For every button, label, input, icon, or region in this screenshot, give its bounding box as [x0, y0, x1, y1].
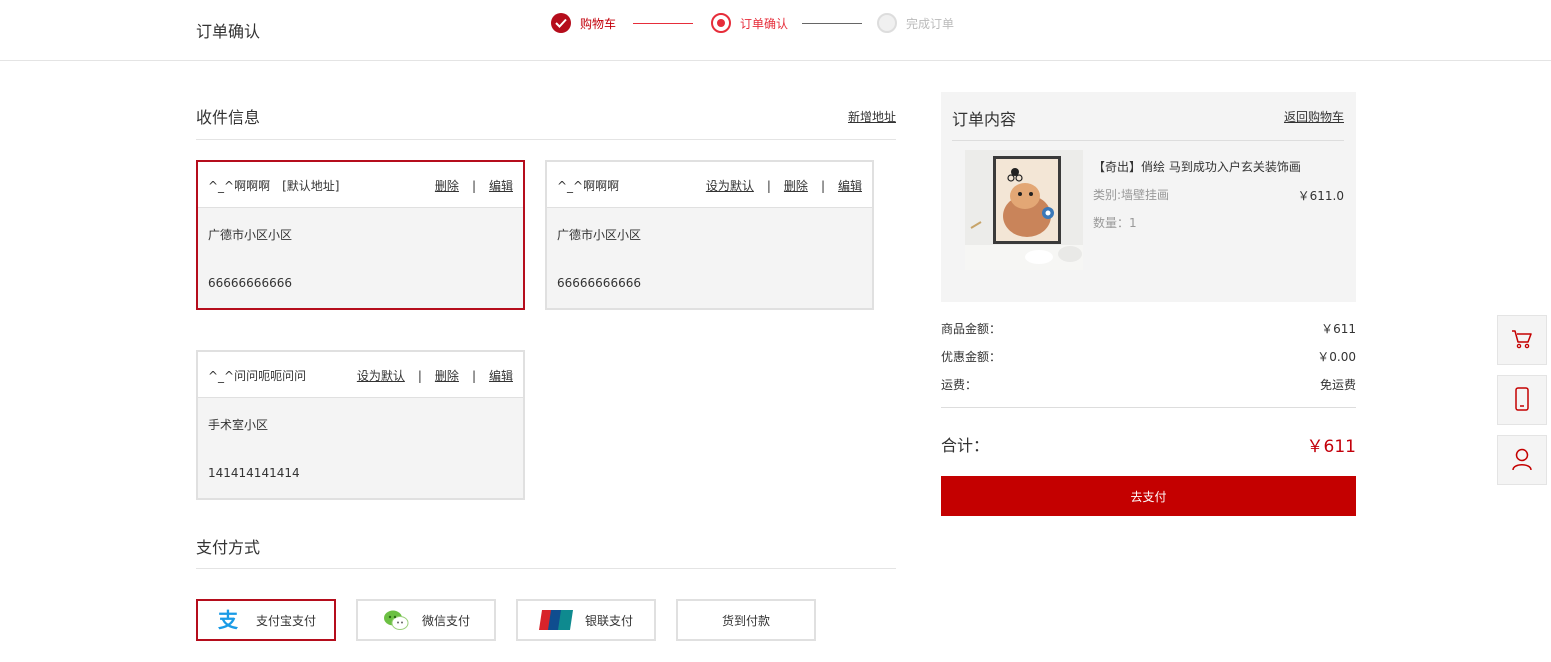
delete-link[interactable]: 删除: [784, 179, 808, 193]
recipient-name: ^_^问问呃呃问问: [208, 369, 307, 383]
cart-icon: [1511, 329, 1533, 352]
divider: [952, 140, 1344, 141]
shipping-label: 运费：: [941, 378, 978, 392]
back-to-cart-link[interactable]: 返回购物车: [1284, 108, 1344, 125]
phone-text: 66666666666: [208, 276, 292, 290]
delete-link[interactable]: 删除: [435, 179, 459, 193]
pay-button[interactable]: 去支付: [941, 476, 1356, 516]
divider: [941, 407, 1356, 408]
svg-text:支: 支: [218, 609, 239, 631]
order-panel: 订单内容 返回购物车 【奇出】俏绘 马到成功入户玄关装饰画 类别:墙壁挂画 ￥6…: [941, 92, 1356, 302]
pay-option-unionpay[interactable]: 银联支付: [516, 599, 656, 641]
check-icon: [551, 13, 571, 33]
phone-text: 141414141414: [208, 466, 300, 480]
address-text: 手术室小区: [208, 418, 269, 432]
edit-link[interactable]: 编辑: [838, 179, 862, 193]
address-ops: 设为默认 | 删除 | 编辑: [705, 179, 862, 193]
discount-label: 优惠金额：: [941, 350, 1002, 364]
page-title: 订单确认: [196, 22, 261, 41]
address-card-header: ^_^啊啊啊 设为默认 | 删除 | 编辑: [547, 162, 872, 208]
add-address-link[interactable]: 新增地址: [848, 108, 896, 125]
product-name[interactable]: 【奇出】俏绘 马到成功入户玄关装饰画: [1093, 158, 1301, 175]
address-text: 广德市小区小区: [208, 228, 293, 242]
address-section-header: 收件信息 新增地址: [196, 100, 896, 140]
radio-active-icon: [711, 13, 731, 33]
step-connector: [633, 23, 693, 24]
step-label: 完成订单: [906, 16, 955, 31]
recipient-name: ^_^啊啊啊: [557, 179, 620, 193]
edit-link[interactable]: 编辑: [489, 179, 513, 193]
page-header: 订单确认 购物车 订单确认 完成订单: [0, 0, 1551, 61]
address-text: 广德市小区小区: [557, 228, 642, 242]
shipping-value: 免运费: [1319, 378, 1356, 392]
step-label: 订单确认: [740, 16, 789, 31]
total-value: ￥611: [1306, 437, 1356, 457]
step-complete: 完成订单: [877, 13, 954, 33]
goods-amount-label: 商品金额：: [941, 322, 1002, 336]
order-title: 订单内容: [952, 110, 1017, 129]
product-category: 类别:墙壁挂画: [1093, 188, 1170, 202]
pay-option-alipay[interactable]: 支 支付宝支付: [196, 599, 336, 641]
address-card[interactable]: ^_^问问呃呃问问 设为默认 | 删除 | 编辑 手术室小区 141414141414: [196, 350, 525, 500]
user-icon: [1511, 447, 1533, 474]
address-card-header: ^_^啊啊啊 [默认地址] 删除 | 编辑: [198, 162, 523, 208]
product-price: ￥611.0: [1297, 189, 1344, 203]
set-default-link[interactable]: 设为默认: [706, 179, 754, 193]
discount-value: ￥0.00: [1317, 350, 1356, 364]
side-user-button[interactable]: [1497, 435, 1547, 485]
pay-option-label: 银联支付: [584, 613, 633, 628]
goods-amount-value: ￥611: [1321, 322, 1356, 336]
side-mobile-button[interactable]: [1497, 375, 1547, 425]
address-card-header: ^_^问问呃呃问问 设为默认 | 删除 | 编辑: [198, 352, 523, 398]
step-connector: [802, 23, 862, 24]
address-ops: 删除 | 编辑: [434, 179, 513, 193]
payment-section-title: 支付方式: [196, 538, 261, 557]
pay-option-cod[interactable]: 货到付款: [676, 599, 816, 641]
delete-link[interactable]: 删除: [435, 369, 459, 383]
phone-icon: [1514, 386, 1530, 414]
phone-text: 66666666666: [557, 276, 641, 290]
address-card-default[interactable]: ^_^啊啊啊 [默认地址] 删除 | 编辑 广德市小区小区 66666666666: [196, 160, 525, 310]
set-default-link[interactable]: 设为默认: [357, 369, 405, 383]
payment-section-header: 支付方式: [196, 530, 896, 569]
product-quantity: 数量：1: [1093, 216, 1137, 230]
radio-inactive-icon: [877, 13, 897, 33]
pay-option-wechat[interactable]: 微信支付: [356, 599, 496, 641]
pay-option-label: 货到付款: [721, 613, 770, 628]
product-image[interactable]: [965, 150, 1083, 270]
address-section-title: 收件信息: [196, 108, 261, 127]
recipient-name: ^_^啊啊啊 [默认地址]: [208, 179, 340, 193]
step-confirm: 订单确认: [711, 13, 788, 33]
address-card[interactable]: ^_^啊啊啊 设为默认 | 删除 | 编辑 广德市小区小区 66666666666: [545, 160, 874, 310]
wechat-icon: [382, 609, 410, 631]
side-cart-button[interactable]: [1497, 315, 1547, 365]
unionpay-icon: [538, 609, 573, 631]
pay-option-label: 微信支付: [421, 613, 470, 628]
edit-link[interactable]: 编辑: [489, 369, 513, 383]
default-tag: [默认地址]: [282, 179, 340, 193]
address-ops: 设为默认 | 删除 | 编辑: [356, 369, 513, 383]
step-label: 购物车: [580, 16, 617, 31]
total-label: 合计：: [941, 436, 990, 455]
pay-option-label: 支付宝支付: [255, 613, 316, 628]
step-cart: 购物车: [551, 13, 616, 33]
alipay-icon: 支: [216, 609, 244, 631]
